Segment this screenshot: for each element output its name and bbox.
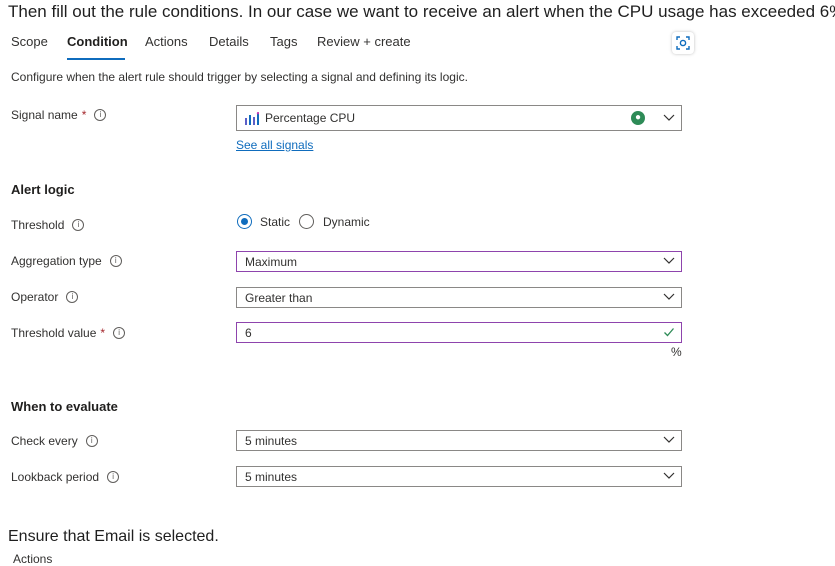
check-every-label: Check every i (11, 434, 98, 448)
aggregation-type-label: Aggregation type i (11, 254, 122, 268)
signal-name-value: Percentage CPU (265, 111, 356, 125)
signal-name-label: Signal name * i (11, 108, 107, 122)
operator-value: Greater than (245, 291, 313, 305)
tab-scope[interactable]: Scope (11, 34, 48, 49)
threshold-value-input[interactable]: 6 (236, 322, 682, 343)
threshold-value-label-text: Threshold value (11, 326, 97, 340)
threshold-label: Threshold i (11, 218, 85, 232)
info-icon[interactable]: i (94, 109, 107, 121)
outro-text: Ensure that Email is selected. (8, 528, 219, 545)
lookback-period-label-text: Lookback period (11, 470, 100, 484)
signal-name-dropdown[interactable]: Percentage CPU ● (236, 105, 682, 131)
aggregation-type-dropdown[interactable]: Maximum (236, 251, 682, 272)
chevron-down-icon (663, 472, 675, 479)
info-icon[interactable]: i (107, 471, 120, 483)
alert-logic-heading: Alert logic (11, 182, 75, 197)
chevron-down-icon (663, 114, 675, 121)
threshold-dynamic-label: Dynamic (323, 215, 370, 229)
lookback-period-value: 5 minutes (245, 470, 298, 484)
operator-label: Operator i (11, 290, 79, 304)
required-mark: * (100, 326, 106, 340)
info-icon[interactable]: i (72, 219, 85, 231)
threshold-static-radio[interactable] (237, 214, 252, 229)
info-icon[interactable]: i (113, 327, 126, 339)
threshold-dynamic-radio[interactable] (299, 214, 314, 229)
checkmark-icon (664, 328, 674, 337)
threshold-static-label: Static (260, 215, 291, 229)
check-every-dropdown[interactable]: 5 minutes (236, 430, 682, 451)
chevron-down-icon (663, 293, 675, 300)
tab-tags[interactable]: Tags (270, 34, 297, 49)
focus-mode-button[interactable] (672, 32, 694, 54)
threshold-value-text: 6 (245, 326, 252, 340)
tab-details[interactable]: Details (209, 34, 249, 49)
operator-label-text: Operator (11, 290, 59, 304)
tab-review-create[interactable]: Review + create (317, 34, 411, 49)
lookback-period-dropdown[interactable]: 5 minutes (236, 466, 682, 487)
threshold-value-label: Threshold value * i (11, 326, 126, 340)
tab-bar: Scope Condition Actions Details Tags Rev… (0, 34, 835, 60)
operator-dropdown[interactable]: Greater than (236, 287, 682, 308)
focus-mode-icon (676, 36, 690, 50)
aggregation-type-label-text: Aggregation type (11, 254, 102, 268)
lookback-period-label: Lookback period i (11, 470, 120, 484)
threshold-unit: % (671, 345, 682, 359)
info-icon[interactable]: i (109, 255, 122, 267)
chevron-down-icon (663, 257, 675, 264)
info-icon[interactable]: i (66, 291, 79, 303)
signal-name-label-text: Signal name (11, 108, 78, 122)
see-all-signals-link[interactable]: See all signals (236, 138, 313, 152)
chevron-down-icon (663, 436, 675, 443)
person-status-icon: ● (631, 111, 645, 125)
check-every-label-text: Check every (11, 434, 78, 448)
intro-text: Then fill out the rule conditions. In ou… (8, 2, 835, 21)
threshold-label-text: Threshold (11, 218, 65, 232)
tab-actions[interactable]: Actions (145, 34, 188, 49)
metric-chart-icon (245, 112, 259, 125)
condition-description: Configure when the alert rule should tri… (11, 70, 468, 84)
aggregation-type-value: Maximum (245, 255, 298, 269)
info-icon[interactable]: i (85, 435, 98, 447)
check-every-value: 5 minutes (245, 434, 298, 448)
active-tab-indicator (67, 58, 125, 60)
when-to-evaluate-heading: When to evaluate (11, 399, 118, 414)
tab-condition[interactable]: Condition (67, 34, 128, 49)
required-mark: * (81, 108, 87, 122)
